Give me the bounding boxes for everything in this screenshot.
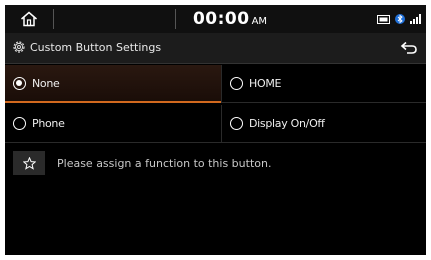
back-button[interactable] (396, 36, 422, 60)
hint-text: Please assign a function to this button. (57, 156, 272, 170)
option-phone[interactable]: Phone (5, 105, 221, 143)
status-icons (377, 5, 422, 33)
option-label: HOME (249, 77, 282, 90)
radio-button (230, 117, 243, 130)
back-icon (400, 41, 417, 54)
status-divider (53, 9, 54, 29)
radio-button (13, 117, 26, 130)
clock-ampm: AM (251, 16, 268, 27)
signal-icon (410, 14, 421, 24)
radio-button-checked (13, 76, 26, 90)
option-label: None (32, 76, 60, 90)
radio-button (230, 77, 243, 90)
page-title: Custom Button Settings (30, 41, 162, 54)
home-button[interactable] (5, 5, 53, 33)
option-display-on-off[interactable]: Display On/Off (221, 105, 426, 143)
star-button[interactable] (13, 151, 45, 175)
clock-time: 00:00 (192, 9, 250, 29)
media-icon (377, 14, 390, 24)
option-none[interactable]: None (5, 65, 221, 103)
star-icon (22, 156, 36, 170)
status-bar: 00:00 AM (5, 5, 426, 33)
title-bar: Custom Button Settings (5, 33, 426, 64)
head-unit-screen: 00:00 AM Custom Button Settings None HOM… (5, 5, 426, 255)
option-home[interactable]: HOME (221, 65, 426, 103)
option-label: Display On/Off (249, 117, 325, 130)
clock: 00:00 AM (155, 5, 305, 33)
option-label: Phone (32, 117, 65, 130)
gear-icon (13, 41, 25, 53)
bluetooth-phone-icon (395, 14, 405, 24)
home-icon (21, 11, 37, 27)
hint-row: Please assign a function to this button. (5, 144, 426, 182)
